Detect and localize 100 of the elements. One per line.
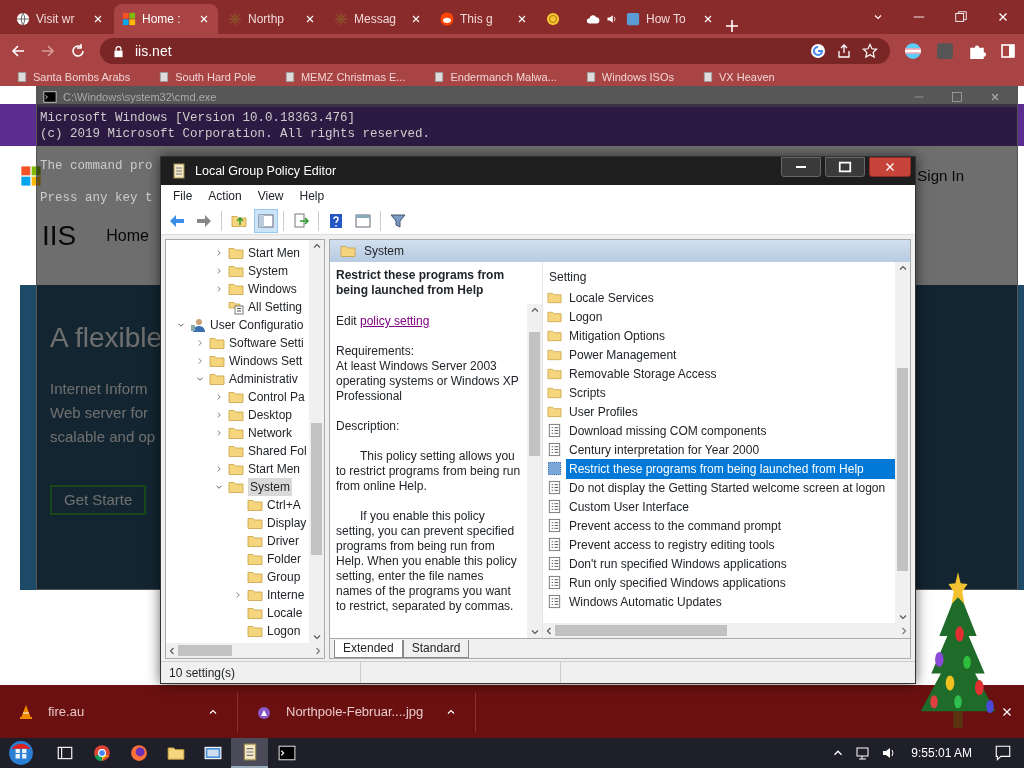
network-icon[interactable] xyxy=(855,745,872,761)
setting-item[interactable]: Prevent access to registry editing tools xyxy=(566,534,778,555)
tree-item[interactable]: Locale xyxy=(166,604,309,622)
forward-arrow-icon[interactable] xyxy=(40,43,56,59)
view-tab[interactable]: Standard xyxy=(402,640,470,658)
close-icon[interactable] xyxy=(410,13,422,25)
tree-item[interactable]: Windows Sett xyxy=(166,352,309,370)
bookmark[interactable]: MEMZ Christmas E... xyxy=(283,68,406,86)
folder-icon xyxy=(209,371,225,387)
close-icon[interactable] xyxy=(92,13,104,25)
browser-tab[interactable]: Home : xyxy=(114,4,218,34)
bookmark[interactable]: Windows ISOs xyxy=(584,68,674,86)
striped-circle-icon[interactable] xyxy=(904,42,922,60)
tree-item[interactable]: Start Men xyxy=(166,244,309,262)
tree-item[interactable]: Shared Fol xyxy=(166,442,309,460)
minimize-button[interactable] xyxy=(781,157,821,177)
address-bar[interactable]: iis.net xyxy=(100,38,890,64)
setting-item[interactable]: Century interpretation for Year 2000 xyxy=(566,439,763,460)
setting-item[interactable]: Prevent access to the command prompt xyxy=(566,515,785,536)
setting-item[interactable]: Do not display the Getting Started welcome screen at logon xyxy=(566,477,889,498)
bookmark[interactable]: Santa Bombs Arabs xyxy=(16,68,131,86)
star-icon[interactable] xyxy=(862,43,878,59)
tree-item[interactable]: System xyxy=(166,478,309,496)
sidebar-icon[interactable] xyxy=(1000,43,1016,59)
setting-item[interactable]: Logon xyxy=(566,306,606,327)
setting-item[interactable]: Power Management xyxy=(566,344,680,365)
maximize-button[interactable] xyxy=(825,157,865,177)
tree-item[interactable]: Interne xyxy=(166,586,309,604)
scroll-thumb[interactable] xyxy=(311,422,322,556)
start-orb-icon[interactable] xyxy=(8,740,34,766)
tree-item[interactable]: Folder xyxy=(166,550,309,568)
close-icon[interactable] xyxy=(198,13,210,25)
plus-icon[interactable] xyxy=(724,18,740,34)
tree-item[interactable]: System xyxy=(166,262,309,280)
tree-item[interactable]: Ctrl+A xyxy=(166,496,309,514)
browser-tab[interactable]: This g xyxy=(432,4,536,34)
policy-setting-link[interactable]: policy setting xyxy=(360,314,430,328)
column-header[interactable]: Setting xyxy=(547,266,895,288)
setting-item[interactable]: Mitigation Options xyxy=(566,325,669,346)
menu-item[interactable]: Action xyxy=(200,187,250,205)
browser-tab[interactable]: How To xyxy=(618,4,722,34)
windows-logo-icon[interactable] xyxy=(20,165,42,187)
browser-tab[interactable]: Messag xyxy=(326,4,430,34)
hero-text: Web server for xyxy=(50,402,149,423)
tree-item[interactable]: Driver xyxy=(166,532,309,550)
traffic-cone-icon xyxy=(18,703,34,720)
browser-tab[interactable]: Visit wr xyxy=(8,4,112,34)
setting-item[interactable]: Download missing COM components xyxy=(566,420,770,441)
scroll-thumb[interactable] xyxy=(555,625,727,636)
close-icon[interactable] xyxy=(516,13,528,25)
tree-item[interactable]: Desktop xyxy=(166,406,309,424)
tree-item[interactable]: Group xyxy=(166,568,309,586)
tree-item[interactable]: All Setting xyxy=(166,298,309,316)
setting-item[interactable]: Removable Storage Access xyxy=(566,363,720,384)
site-logo: IIS xyxy=(42,219,77,253)
scroll-thumb[interactable] xyxy=(529,331,540,456)
setting-item[interactable]: Run only specified Windows applications xyxy=(566,572,789,593)
menu-item[interactable]: Help xyxy=(291,187,333,205)
setting-item[interactable]: Locale Services xyxy=(566,287,657,308)
taskbar-app[interactable] xyxy=(231,738,268,768)
setting-item[interactable]: User Profiles xyxy=(566,401,641,422)
setting-item[interactable]: Don't run specified Windows applications xyxy=(566,553,790,574)
bookmark[interactable]: South Hard Pole xyxy=(158,68,256,86)
view-tab[interactable]: Extended xyxy=(334,640,403,658)
tree-item[interactable]: Start Men xyxy=(166,460,309,478)
scroll-thumb[interactable] xyxy=(178,645,232,656)
restore-icon[interactable] xyxy=(954,10,968,24)
tree-item[interactable]: User Configuratio xyxy=(166,316,309,334)
bookmark[interactable]: VX Heaven xyxy=(702,68,775,86)
share-icon[interactable] xyxy=(836,43,852,59)
nav-link[interactable]: Home xyxy=(106,224,149,248)
clock[interactable]: 9:55:01 AM xyxy=(911,744,972,762)
setting-item[interactable]: Windows Automatic Updates xyxy=(566,591,725,612)
download-item[interactable]: Northpole-Februar....jpg xyxy=(238,691,476,732)
setting-item[interactable]: Restrict these programs from being launched from Help xyxy=(566,458,895,479)
close-button[interactable] xyxy=(869,157,911,177)
console-line: (c) 2019 Microsoft Corporation. All rights reserved. xyxy=(40,126,431,142)
sign-in-link[interactable]: Sign In xyxy=(917,164,964,188)
multicolor-g-icon[interactable] xyxy=(810,43,826,59)
close-icon[interactable] xyxy=(702,13,714,25)
setting-item[interactable]: Scripts xyxy=(566,382,609,403)
menu-item[interactable]: File xyxy=(165,187,201,205)
tree-item[interactable]: Display xyxy=(166,514,309,532)
tree-item[interactable]: Software Setti xyxy=(166,334,309,352)
notification-icon[interactable] xyxy=(994,744,1012,762)
back-arrow-icon[interactable] xyxy=(10,43,26,59)
tree-item[interactable]: Administrativ xyxy=(166,370,309,388)
tree-item[interactable]: Network xyxy=(166,424,309,442)
tree-item[interactable]: Windows xyxy=(166,280,309,298)
tree-item[interactable]: Logon xyxy=(166,622,309,640)
setting-item[interactable]: Custom User Interface xyxy=(566,496,693,517)
download-item[interactable]: fire.au xyxy=(0,691,238,732)
close-icon[interactable] xyxy=(304,13,316,25)
reload-icon[interactable] xyxy=(70,43,86,59)
scroll-thumb[interactable] xyxy=(897,368,908,571)
menu-item[interactable]: View xyxy=(249,187,292,205)
bookmark[interactable]: Endermanch Malwa... xyxy=(433,68,557,86)
browser-tab[interactable]: Northp xyxy=(220,4,324,34)
maximize-icon[interactable] xyxy=(951,91,963,103)
tree-item[interactable]: Control Pa xyxy=(166,388,309,406)
